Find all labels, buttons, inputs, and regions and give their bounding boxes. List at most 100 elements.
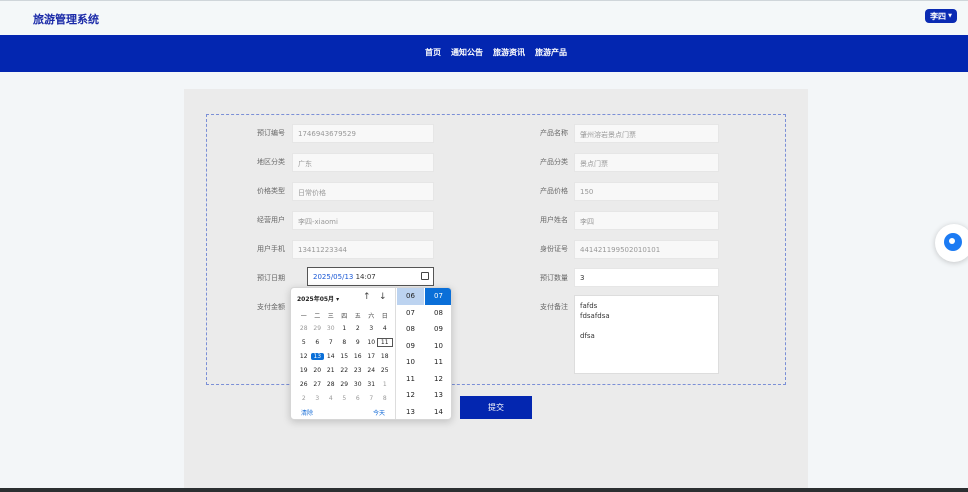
day-cell[interactable]: 15 — [338, 353, 352, 360]
day-cell[interactable]: 3 — [365, 325, 379, 332]
nav-products[interactable]: 旅游产品 — [535, 47, 567, 58]
pay-note-textarea[interactable]: fafds fdsafdsa dfsa — [574, 295, 719, 374]
picker-divider — [395, 288, 396, 419]
today-button[interactable]: 今天 — [373, 408, 385, 417]
day-cell[interactable]: 20 — [311, 367, 325, 374]
quantity-field[interactable]: 3 — [574, 268, 719, 287]
minute-option[interactable]: 11 — [425, 354, 451, 371]
day-cell[interactable]: 7 — [324, 339, 338, 346]
clear-button[interactable]: 清除 — [301, 408, 313, 417]
day-cell[interactable]: 19 — [297, 367, 311, 374]
hour-option[interactable]: 13 — [397, 404, 424, 420]
picker-month-label[interactable]: 2025年05月 ▾ — [297, 294, 339, 303]
arrow-down-icon[interactable]: ↓ — [379, 292, 387, 302]
hour-column[interactable]: 06 07 08 09 10 11 12 13 — [397, 288, 424, 420]
hour-option[interactable]: 06 — [397, 288, 424, 305]
submit-button[interactable]: 提交 — [460, 396, 532, 419]
booking-no-field[interactable]: 1746943679529 — [292, 124, 434, 143]
day-cell[interactable]: 23 — [351, 367, 365, 374]
day-cell[interactable]: 10 — [365, 339, 379, 346]
hour-option[interactable]: 08 — [397, 321, 424, 338]
day-cell[interactable]: 1 — [378, 381, 392, 388]
datetime-picker: 2025年05月 ▾ ↑ ↓ 一 二 三 四 五 六 日 28 29 30 1 … — [290, 287, 452, 420]
nav-notices[interactable]: 通知公告 — [451, 47, 483, 58]
day-cell[interactable]: 30 — [324, 325, 338, 332]
day-cell-selected[interactable]: 13 — [310, 353, 324, 360]
arrow-up-icon[interactable]: ↑ — [363, 292, 371, 302]
day-cell[interactable]: 29 — [311, 325, 325, 332]
day-cell[interactable]: 7 — [365, 395, 379, 402]
day-cell[interactable]: 8 — [378, 395, 392, 402]
week-row: 26 27 28 29 30 31 1 — [297, 381, 392, 388]
region-field[interactable]: 广东 — [292, 153, 434, 172]
day-cell[interactable]: 4 — [378, 325, 392, 332]
day-cell[interactable]: 25 — [378, 367, 392, 374]
nav-news[interactable]: 旅游资讯 — [493, 47, 525, 58]
day-cell[interactable]: 14 — [324, 353, 338, 360]
day-cell[interactable]: 16 — [351, 353, 365, 360]
label-pay-amount: 支付金额 — [257, 303, 285, 311]
minute-option[interactable]: 14 — [425, 404, 451, 420]
day-cell[interactable]: 8 — [338, 339, 352, 346]
day-cell[interactable]: 30 — [351, 381, 365, 388]
day-cell[interactable]: 28 — [297, 325, 311, 332]
day-cell[interactable]: 9 — [351, 339, 365, 346]
day-cell[interactable]: 3 — [311, 395, 325, 402]
minute-option[interactable]: 10 — [425, 338, 451, 355]
minute-option[interactable]: 09 — [425, 321, 451, 338]
price-type-field[interactable]: 日常价格 — [292, 182, 434, 201]
day-cell[interactable]: 31 — [365, 381, 379, 388]
nav-home[interactable]: 首页 — [425, 47, 441, 58]
day-cell[interactable]: 1 — [338, 325, 352, 332]
day-cell[interactable]: 24 — [365, 367, 379, 374]
hour-option[interactable]: 11 — [397, 371, 424, 388]
weekday: 六 — [368, 313, 375, 320]
weekday-row: 一 二 三 四 五 六 日 — [297, 311, 392, 320]
label-booking-no: 预订编号 — [257, 129, 285, 137]
day-cell[interactable]: 12 — [297, 353, 311, 360]
hour-option[interactable]: 12 — [397, 387, 424, 404]
minute-option[interactable]: 13 — [425, 387, 451, 404]
floating-chat-button[interactable] — [935, 224, 968, 262]
day-cell[interactable]: 2 — [351, 325, 365, 332]
booking-date-input[interactable]: 2025/05/13 14:07 — [307, 267, 434, 286]
day-cell[interactable]: 18 — [378, 353, 392, 360]
product-name-field[interactable]: 肇州溶岩景点门票 — [574, 124, 719, 143]
day-cell[interactable]: 6 — [351, 395, 365, 402]
day-cell[interactable]: 2 — [297, 395, 311, 402]
day-cell[interactable]: 22 — [338, 367, 352, 374]
day-cell[interactable]: 6 — [311, 339, 325, 346]
operator-field[interactable]: 李四-xiaomi — [292, 211, 434, 230]
minute-column[interactable]: 07 08 09 10 11 12 13 14 — [425, 288, 451, 420]
bottom-edge — [0, 488, 968, 492]
day-cell[interactable]: 27 — [311, 381, 325, 388]
day-cell[interactable]: 28 — [324, 381, 338, 388]
day-cell[interactable]: 17 — [365, 353, 379, 360]
calendar-icon[interactable] — [421, 272, 429, 280]
minute-option[interactable]: 07 — [425, 288, 451, 305]
minute-option[interactable]: 08 — [425, 305, 451, 322]
product-category-field[interactable]: 景点门票 — [574, 153, 719, 172]
hour-option[interactable]: 10 — [397, 354, 424, 371]
product-price-field[interactable]: 150 — [574, 182, 719, 201]
day-cell-boxed[interactable]: 11 — [377, 338, 393, 347]
app-title: 旅游管理系统 — [33, 13, 99, 26]
weekday: 三 — [327, 313, 334, 320]
user-menu-button[interactable]: 李四 ▼ — [925, 9, 957, 23]
week-row: 19 20 21 22 23 24 25 — [297, 367, 392, 374]
week-row: 2 3 4 5 6 7 8 — [297, 395, 392, 402]
label-id-number: 身份证号 — [540, 245, 568, 253]
day-cell[interactable]: 26 — [297, 381, 311, 388]
day-cell[interactable]: 21 — [324, 367, 338, 374]
phone-field[interactable]: 13411223344 — [292, 240, 434, 259]
day-cell[interactable]: 29 — [338, 381, 352, 388]
minute-option[interactable]: 12 — [425, 371, 451, 388]
chevron-down-icon: ▼ — [948, 13, 952, 19]
day-cell[interactable]: 4 — [324, 395, 338, 402]
user-name-field[interactable]: 李四 — [574, 211, 719, 230]
id-number-field[interactable]: 441421199502010101 — [574, 240, 719, 259]
hour-option[interactable]: 07 — [397, 305, 424, 322]
day-cell[interactable]: 5 — [338, 395, 352, 402]
day-cell[interactable]: 5 — [297, 339, 311, 346]
hour-option[interactable]: 09 — [397, 338, 424, 355]
